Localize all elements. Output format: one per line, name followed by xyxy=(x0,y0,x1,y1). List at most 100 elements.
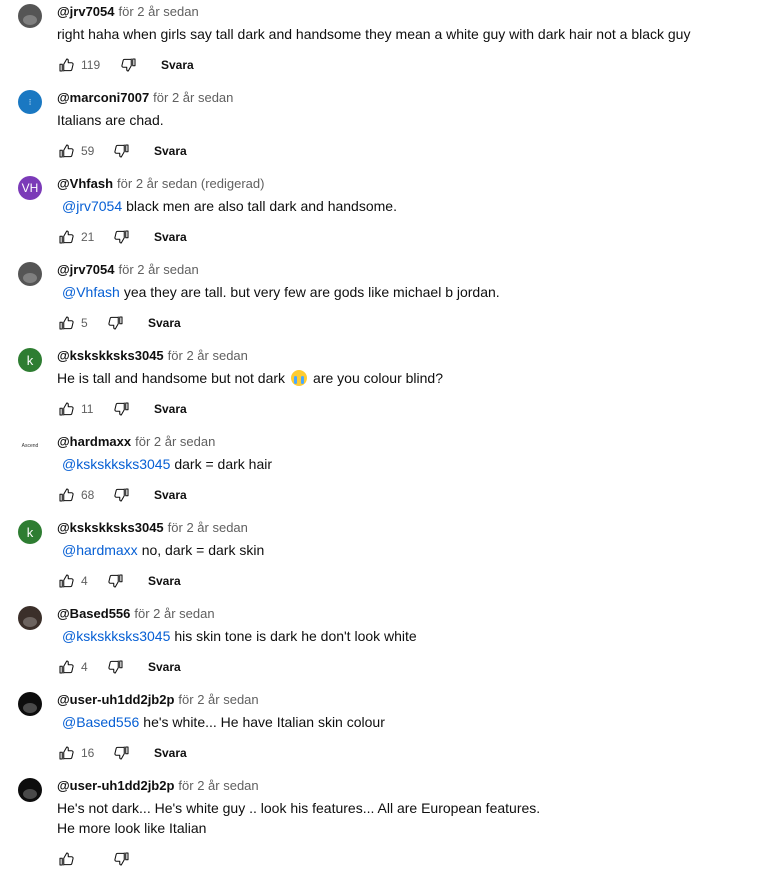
reply-button[interactable]: Svara xyxy=(148,573,181,589)
author-handle[interactable]: @Vhfash xyxy=(57,176,113,191)
comment-body: his skin tone is dark he don't look whit… xyxy=(174,628,417,644)
comment-body: no, dark = dark skin xyxy=(141,542,265,558)
comment-text: Italians are chad. xyxy=(57,110,164,130)
comment-body: right haha when girls say tall dark and … xyxy=(57,26,691,42)
thumb-up-icon xyxy=(57,486,75,504)
comment-header: @jrv7054 för 2 år sedan xyxy=(57,262,199,278)
like-count: 59 xyxy=(81,144,95,158)
author-handle[interactable]: @user-uh1dd2jb2p xyxy=(57,778,174,793)
author-handle[interactable]: @kskskksks3045 xyxy=(57,520,164,535)
comment-text: @hardmaxx no, dark = dark skin xyxy=(57,540,264,560)
avatar[interactable]: Ascend xyxy=(18,434,42,458)
like-count: 5 xyxy=(81,316,88,330)
comment-header: @marconi7007 för 2 år sedan xyxy=(57,90,233,106)
reply-button[interactable]: Svara xyxy=(154,229,187,245)
author-handle[interactable]: @Based556 xyxy=(57,606,130,621)
like-button[interactable] xyxy=(57,486,75,507)
like-button[interactable] xyxy=(57,658,75,679)
avatar-photo xyxy=(23,273,37,283)
comment-header: @kskskksks3045 för 2 år sedan xyxy=(57,520,248,536)
reply-button[interactable]: Svara xyxy=(154,401,187,417)
thumb-down-icon xyxy=(113,850,131,868)
comment-timestamp[interactable]: för 2 år sedan xyxy=(135,434,215,449)
avatar[interactable] xyxy=(18,4,42,28)
comment-header: @Based556 för 2 år sedan xyxy=(57,606,215,622)
avatar[interactable] xyxy=(18,778,42,802)
thumb-down-icon xyxy=(113,228,131,246)
comment-body: He's not dark... He's white guy .. look … xyxy=(57,800,541,816)
mention-link[interactable]: @kskskksks3045 xyxy=(62,456,170,472)
comment-timestamp[interactable]: för 2 år sedan xyxy=(168,520,248,535)
dislike-button[interactable] xyxy=(113,400,131,421)
thumb-down-icon xyxy=(113,486,131,504)
avatar[interactable]: ⁝ xyxy=(18,90,42,114)
like-button[interactable] xyxy=(57,400,75,421)
like-button[interactable] xyxy=(57,572,75,593)
reply-button[interactable]: Svara xyxy=(154,745,187,761)
dislike-button[interactable] xyxy=(107,658,125,679)
like-count: 68 xyxy=(81,488,95,502)
comment-text: right haha when girls say tall dark and … xyxy=(57,24,690,44)
comment-text: @kskskksks3045 his skin tone is dark he d… xyxy=(57,626,417,646)
avatar[interactable] xyxy=(18,606,42,630)
comment-body: he's white... He have Italian skin colou… xyxy=(143,714,385,730)
avatar[interactable]: VH xyxy=(18,176,42,200)
like-count: 16 xyxy=(81,746,95,760)
comment-timestamp[interactable]: för 2 år sedan xyxy=(178,692,258,707)
dislike-button[interactable] xyxy=(113,744,131,765)
avatar[interactable] xyxy=(18,262,42,286)
comment-timestamp[interactable]: för 2 år sedan (redigerad) xyxy=(117,176,264,191)
author-handle[interactable]: @user-uh1dd2jb2p xyxy=(57,692,174,707)
like-button[interactable] xyxy=(57,56,75,77)
reply-button[interactable]: Svara xyxy=(148,315,181,331)
comment-timestamp[interactable]: för 2 år sedan xyxy=(119,4,199,19)
like-button[interactable] xyxy=(57,314,75,335)
like-button[interactable] xyxy=(57,228,75,249)
avatar[interactable]: k xyxy=(18,348,42,372)
comment-body: yea they are tall. but very few are gods… xyxy=(123,284,500,300)
dislike-button[interactable] xyxy=(120,56,138,77)
author-handle[interactable]: @jrv7054 xyxy=(57,4,115,19)
mention-link[interactable]: @Vhfash xyxy=(62,284,120,300)
thumb-up-icon xyxy=(57,142,75,160)
thumb-up-icon xyxy=(57,228,75,246)
reply-button[interactable]: Svara xyxy=(148,659,181,675)
mention-link[interactable]: @kskskksks3045 xyxy=(62,628,170,644)
avatar[interactable]: k xyxy=(18,520,42,544)
dislike-button[interactable] xyxy=(113,486,131,507)
thumb-up-icon xyxy=(57,572,75,590)
thumb-up-icon xyxy=(57,56,75,74)
comment-timestamp[interactable]: för 2 år sedan xyxy=(178,778,258,793)
like-button[interactable] xyxy=(57,142,75,163)
mention-link[interactable]: @Based556 xyxy=(62,714,139,730)
avatar[interactable] xyxy=(18,692,42,716)
dislike-button[interactable] xyxy=(113,228,131,249)
comment-timestamp[interactable]: för 2 år sedan xyxy=(134,606,214,621)
comment-timestamp[interactable]: för 2 år sedan xyxy=(119,262,199,277)
comment-header: @hardmaxx för 2 år sedan xyxy=(57,434,215,450)
comment-timestamp[interactable]: för 2 år sedan xyxy=(168,348,248,363)
thumb-down-icon xyxy=(113,142,131,160)
like-count: 4 xyxy=(81,660,88,674)
dislike-button[interactable] xyxy=(113,850,131,871)
reply-button[interactable]: Svara xyxy=(154,487,187,503)
author-handle[interactable]: @jrv7054 xyxy=(57,262,115,277)
author-handle[interactable]: @kskskksks3045 xyxy=(57,348,164,363)
reply-button[interactable]: Svara xyxy=(161,57,194,73)
comment-body: He is tall and handsome but not dark xyxy=(57,370,286,386)
reply-button[interactable]: Svara xyxy=(154,143,187,159)
comment-body: Italians are chad. xyxy=(57,112,164,128)
thumb-up-icon xyxy=(57,400,75,418)
comment-item: @jrv7054 för 2 år sedan @Vhfash yea they ar… xyxy=(0,258,765,344)
mention-link[interactable]: @jrv7054 xyxy=(62,198,122,214)
author-handle[interactable]: @marconi7007 xyxy=(57,90,149,105)
mention-link[interactable]: @hardmaxx xyxy=(62,542,138,558)
like-button[interactable] xyxy=(57,850,75,871)
like-button[interactable] xyxy=(57,744,75,765)
dislike-button[interactable] xyxy=(107,314,125,335)
dislike-button[interactable] xyxy=(107,572,125,593)
author-handle[interactable]: @hardmaxx xyxy=(57,434,131,449)
avatar-initials: k xyxy=(26,352,34,368)
dislike-button[interactable] xyxy=(113,142,131,163)
comment-timestamp[interactable]: för 2 år sedan xyxy=(153,90,233,105)
